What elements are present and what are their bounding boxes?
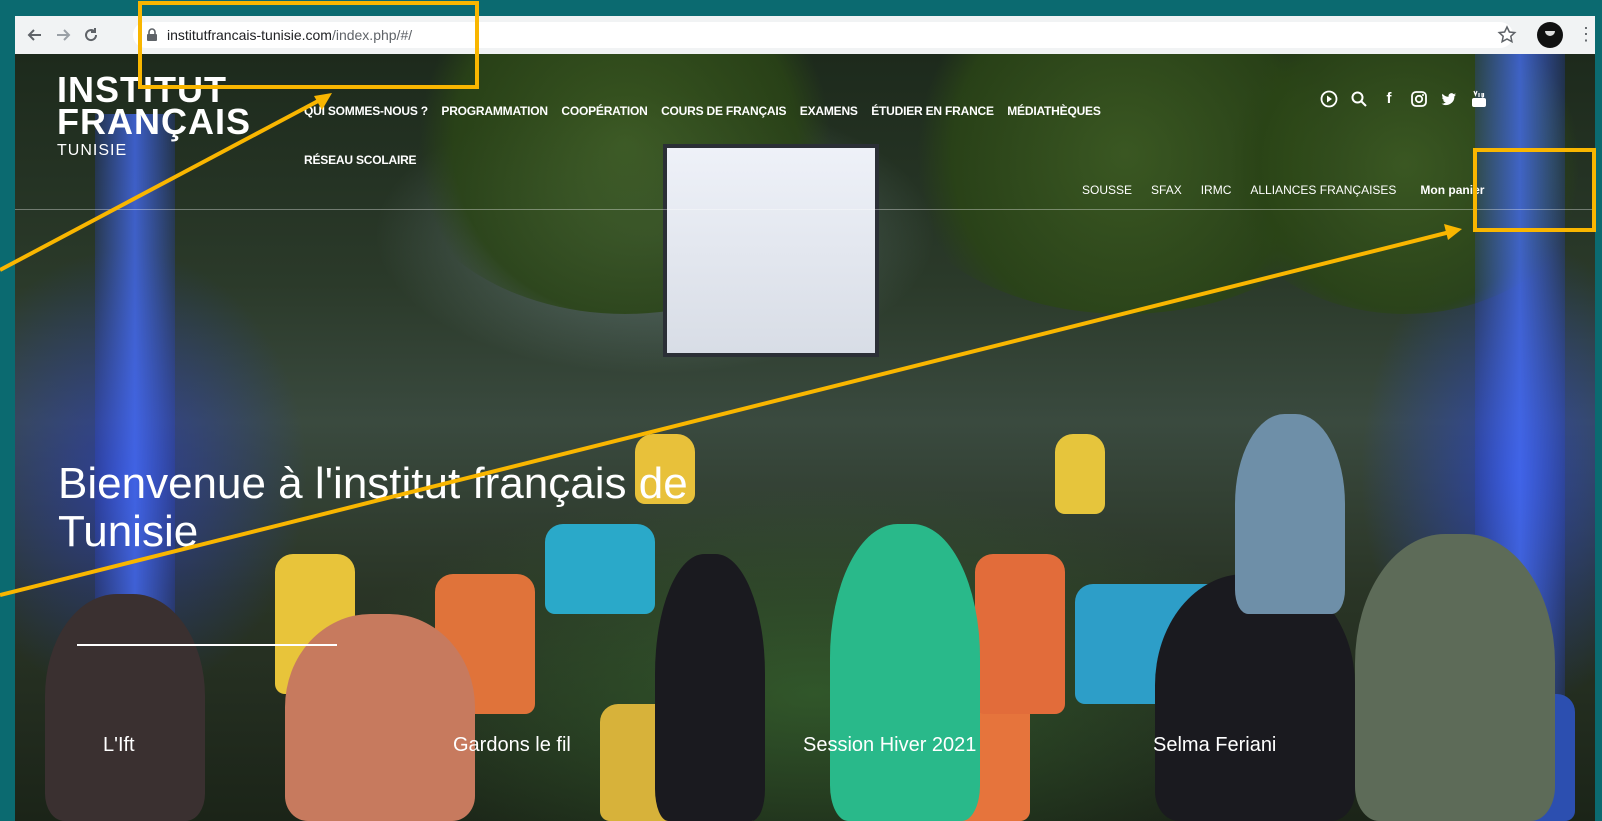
projection-screen <box>663 144 879 357</box>
secondary-navigation: SOUSSE SFAX IRMC ALLIANCES FRANÇAISES Mo… <box>1082 183 1503 197</box>
audience-person <box>655 554 765 821</box>
carousel-tab-lift[interactable]: L'Ift <box>103 734 135 757</box>
subnav-alliances-francaises[interactable]: ALLIANCES FRANÇAISES <box>1250 183 1396 197</box>
audience-person <box>1235 414 1345 614</box>
search-icon[interactable] <box>1350 90 1368 108</box>
menu-kebab-icon[interactable]: ⋮ <box>1577 24 1595 46</box>
browser-window: institutfrancais-tunisie.com/index.php/#… <box>15 16 1595 821</box>
nav-item-cours-de-francais[interactable]: COURS DE FRANÇAIS <box>661 104 786 118</box>
hero-underline <box>77 644 337 646</box>
lock-icon <box>147 28 157 41</box>
social-icons: f <box>1320 90 1488 108</box>
nav-item-examens[interactable]: EXAMENS <box>800 104 858 118</box>
twitter-icon[interactable] <box>1440 90 1458 108</box>
nav-item-mediatheques[interactable]: MÉDIATHÈQUES <box>1007 104 1101 118</box>
subnav-irmc[interactable]: IRMC <box>1201 183 1232 197</box>
audience-person <box>1355 534 1555 821</box>
subnav-sousse[interactable]: SOUSSE <box>1082 183 1132 197</box>
logo-line-2: FRANÇAIS <box>57 101 251 142</box>
bean-bag <box>1055 434 1105 514</box>
hero-title: Bienvenue à l'institut français de Tunis… <box>58 460 818 556</box>
youtube-icon[interactable] <box>1470 90 1488 108</box>
nav-item-reseau-scolaire[interactable]: RÉSEAU SCOLAIRE <box>304 153 1295 167</box>
carousel-tab-session-hiver-2021[interactable]: Session Hiver 2021 <box>803 734 976 757</box>
bookmark-star-icon[interactable] <box>1497 25 1517 45</box>
mon-panier-link[interactable]: Mon panier <box>1420 183 1484 197</box>
carousel-tab-gardons-le-fil[interactable]: Gardons le fil <box>453 734 571 757</box>
nav-item-programmation[interactable]: PROGRAMMATION <box>441 104 548 118</box>
nav-item-qui-sommes-nous[interactable]: QUI SOMMES-NOUS ? <box>304 104 428 118</box>
carousel-tab-selma-feriani[interactable]: Selma Feriani <box>1153 734 1276 757</box>
browser-toolbar: institutfrancais-tunisie.com/index.php/#… <box>15 16 1595 54</box>
main-navigation: QUI SOMMES-NOUS ? PROGRAMMATION COOPÉRAT… <box>304 102 1304 167</box>
reload-icon[interactable] <box>77 21 105 49</box>
hero-title-line-2: Tunisie <box>58 507 199 556</box>
audience-person <box>45 594 205 821</box>
instagram-icon[interactable] <box>1410 90 1428 108</box>
bean-bag <box>975 554 1065 714</box>
logo-line-3: TUNISIE <box>57 142 128 159</box>
nav-item-cooperation[interactable]: COOPÉRATION <box>561 104 647 118</box>
site-logo[interactable]: INSTITUT FRANÇAIS TUNISIE <box>57 72 251 160</box>
hero-banner: INSTITUT FRANÇAIS TUNISIE QUI SOMMES-NOU… <box>15 54 1595 821</box>
forward-icon[interactable] <box>49 21 77 49</box>
subnav-sfax[interactable]: SFAX <box>1151 183 1182 197</box>
hero-title-line-1: Bienvenue à l'institut français de <box>58 459 688 508</box>
play-icon[interactable] <box>1320 90 1338 108</box>
address-bar[interactable]: institutfrancais-tunisie.com/index.php/#… <box>133 22 1513 48</box>
url-text: institutfrancais-tunisie.com/index.php/#… <box>167 27 413 43</box>
header-divider <box>15 209 1595 210</box>
nav-item-etudier-en-france[interactable]: ÉTUDIER EN FRANCE <box>871 104 994 118</box>
facebook-icon[interactable]: f <box>1380 90 1398 108</box>
back-icon[interactable] <box>21 21 49 49</box>
audience-person <box>830 524 980 821</box>
profile-avatar[interactable] <box>1537 22 1563 48</box>
